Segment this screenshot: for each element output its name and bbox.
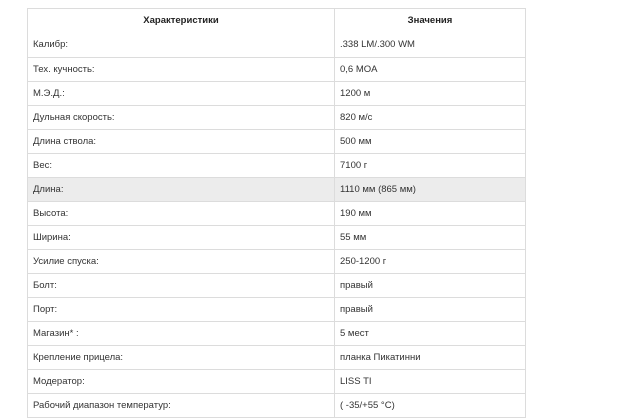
table-row: Калибр: .338 LM/.300 WM (28, 33, 525, 57)
spec-value: 1200 м (340, 88, 371, 99)
spec-label: Длина: (28, 178, 335, 201)
header-characteristics: Характеристики (28, 9, 335, 33)
table-row: Крепление прицела: планка Пикатинни (28, 345, 525, 369)
table-row: Длина ствола: 500 мм (28, 129, 525, 153)
table-row: Дульная скорость: 820 м/с (28, 105, 525, 129)
spec-label: Усилие спуска: (28, 250, 335, 273)
table-header-row: Характеристики Значения (28, 9, 525, 33)
spec-label: Ширина: (28, 226, 335, 249)
spec-value: правый (340, 280, 373, 291)
spec-value: .338 LM/.300 WM (340, 39, 415, 50)
table-row: Рабочий диапазон температур: ( -35/+55 °C… (28, 393, 525, 417)
spec-value: 7100 г (340, 160, 368, 171)
table-row: Усилие спуска: 250-1200 г (28, 249, 525, 273)
table-row: Болт: правый (28, 273, 525, 297)
table-row: Модератор: LISS TI (28, 369, 525, 393)
spec-value: планка Пикатинни (340, 352, 421, 363)
spec-value: правый (340, 304, 373, 315)
specs-table: Характеристики Значения Калибр: .338 LM/.… (27, 8, 526, 418)
spec-value: 250-1200 г (340, 256, 387, 267)
table-row: М.Э.Д.: 1200 м (28, 81, 525, 105)
spec-value: 190 мм (340, 208, 372, 219)
spec-label: Крепление прицела: (28, 346, 335, 369)
spec-value: ( -35/+55 °C) (340, 400, 395, 411)
spec-label: Высота: (28, 202, 335, 225)
spec-value: 55 мм (340, 232, 367, 243)
spec-label: Рабочий диапазон температур: (28, 394, 335, 417)
spec-label: Магазин* : (28, 322, 335, 345)
spec-label: Калибр: (28, 33, 335, 57)
spec-label: Длина ствола: (28, 130, 335, 153)
spec-value: 500 мм (340, 136, 372, 147)
spec-label: Модератор: (28, 370, 335, 393)
table-row: Магазин* : 5 мест (28, 321, 525, 345)
spec-value: LISS TI (340, 376, 372, 387)
table-row: Тех. кучность: 0,6 MOA (28, 57, 525, 81)
header-values: Значения (407, 15, 453, 26)
table-row: Длина: 1110 мм (865 мм) (28, 177, 525, 201)
table-row: Ширина: 55 мм (28, 225, 525, 249)
spec-value: 1110 мм (865 мм) (340, 184, 416, 195)
spec-label: Порт: (28, 298, 335, 321)
spec-value: 5 мест (340, 328, 369, 339)
spec-label: Вес: (28, 154, 335, 177)
table-row: Высота: 190 мм (28, 201, 525, 225)
table-row: Порт: правый (28, 297, 525, 321)
spec-label: Дульная скорость: (28, 106, 335, 129)
spec-label: Тех. кучность: (28, 58, 335, 81)
table-row: Вес: 7100 г (28, 153, 525, 177)
spec-value: 0,6 MOA (340, 64, 378, 75)
spec-value: 820 м/с (340, 112, 373, 123)
spec-label: Болт: (28, 274, 335, 297)
spec-label: М.Э.Д.: (28, 82, 335, 105)
